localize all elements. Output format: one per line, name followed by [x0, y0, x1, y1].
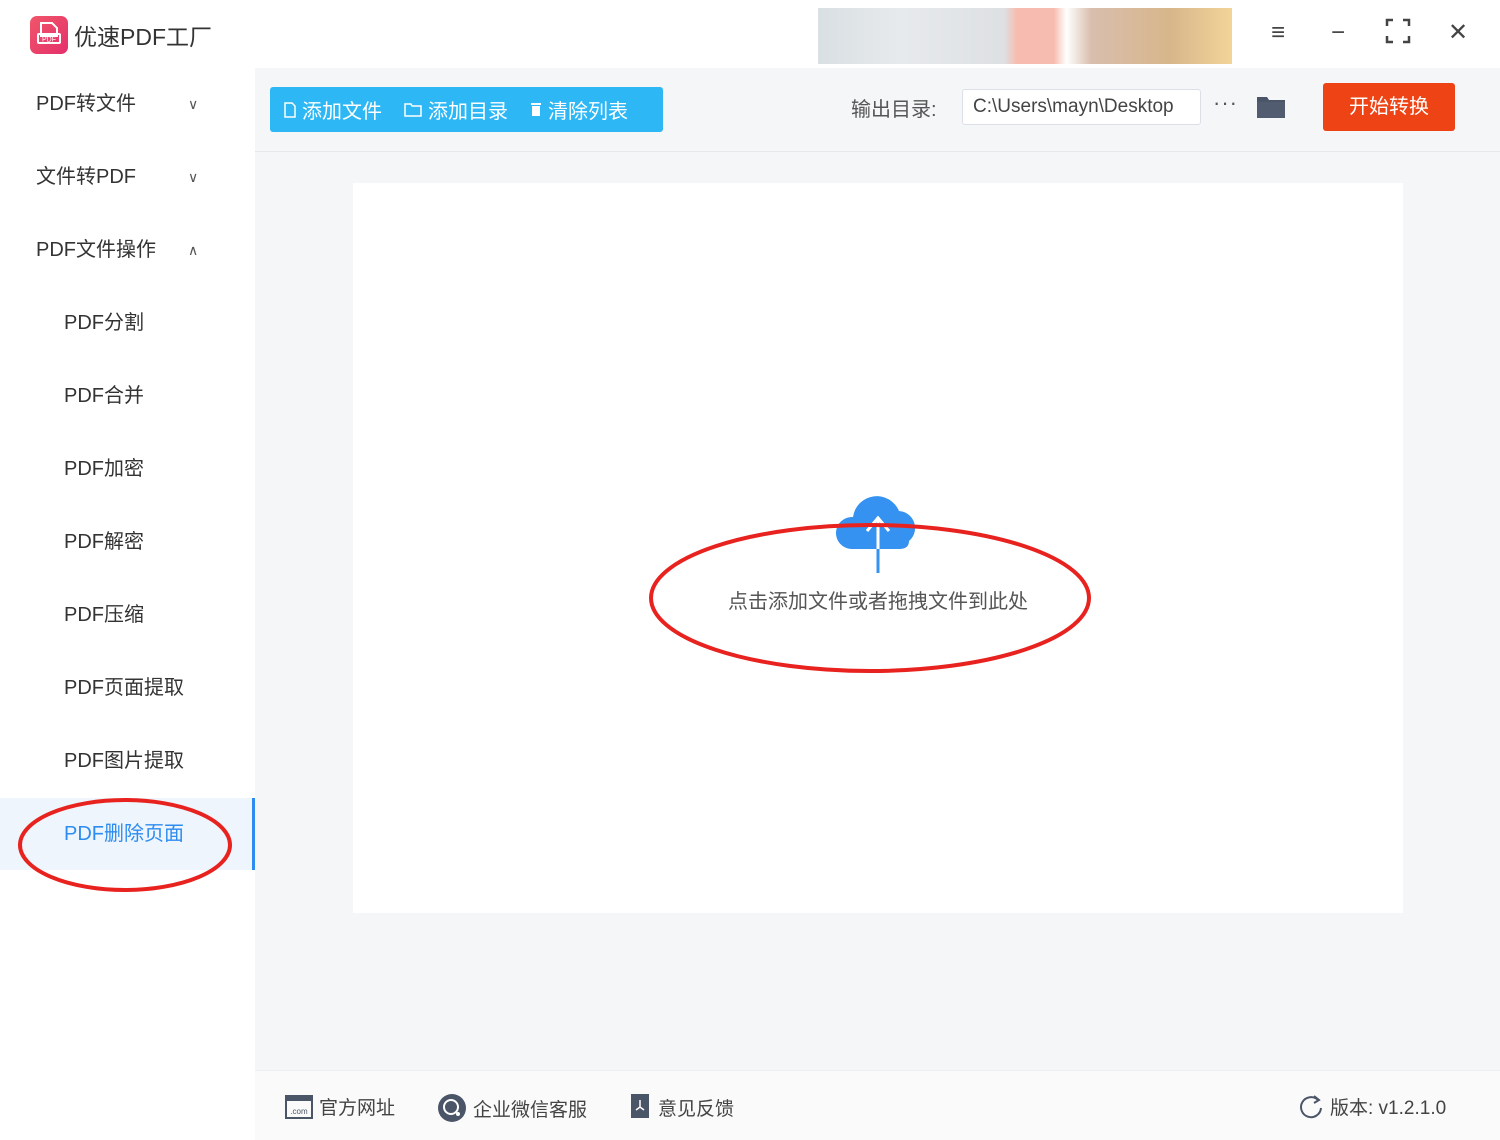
menu-icon[interactable]: ≡: [1263, 18, 1293, 48]
add-folder-label: 添加目录: [428, 95, 508, 124]
trash-icon: [530, 102, 542, 117]
sidebar-item-label: PDF页面提取: [64, 652, 184, 724]
svg-text:.com: .com: [290, 1107, 308, 1116]
refresh-icon: [1298, 1094, 1324, 1120]
sidebar-item-pdf-operations[interactable]: PDF文件操作 ∧: [0, 214, 255, 286]
sidebar-item-pdf-to-file[interactable]: PDF转文件 ∨: [0, 68, 255, 140]
toolbar: 添加文件 添加目录 清除列表 输出目录: C:\Users\mayn\Deskt…: [255, 68, 1500, 152]
feedback-link[interactable]: 意见反馈: [630, 1093, 734, 1121]
sidebar-item-label: PDF文件操作: [36, 214, 156, 286]
footer: .com 官方网址 企业微信客服 意见反馈 版本: v1.2.1.0: [255, 1070, 1500, 1140]
sidebar-item-pdf-page-extract[interactable]: PDF页面提取: [0, 652, 255, 724]
sidebar-item-label: PDF压缩: [64, 579, 144, 651]
file-drop-zone[interactable]: 点击添加文件或者拖拽文件到此处: [353, 183, 1403, 913]
version-info[interactable]: 版本: v1.2.1.0: [1298, 1093, 1446, 1120]
add-file-button[interactable]: 添加文件: [284, 95, 382, 124]
sidebar-item-label: PDF图片提取: [64, 725, 184, 797]
sidebar-item-label: PDF解密: [64, 506, 144, 578]
website-icon: .com: [285, 1094, 313, 1120]
clear-list-label: 清除列表: [548, 95, 628, 124]
file-icon: [284, 102, 296, 118]
website-link[interactable]: .com 官方网址: [285, 1093, 395, 1120]
wechat-label: 企业微信客服: [473, 1095, 587, 1122]
sidebar-item-pdf-decrypt[interactable]: PDF解密: [0, 506, 255, 578]
close-icon[interactable]: ✕: [1443, 18, 1473, 48]
sidebar-item-file-to-pdf[interactable]: 文件转PDF ∨: [0, 141, 255, 213]
sidebar-item-pdf-image-extract[interactable]: PDF图片提取: [0, 725, 255, 797]
pdf-logo-icon: PDF: [37, 22, 61, 48]
more-options-button[interactable]: ···: [1213, 90, 1238, 116]
file-button-group: 添加文件 添加目录 清除列表: [270, 87, 663, 132]
output-dir-input[interactable]: C:\Users\mayn\Desktop: [962, 89, 1201, 125]
sidebar-item-label: PDF删除页面: [64, 798, 184, 870]
app-logo: PDF: [30, 16, 68, 54]
output-dir-label: 输出目录:: [851, 93, 937, 122]
app-title: 优速PDF工厂: [74, 18, 212, 52]
sidebar-item-label: PDF转文件: [36, 68, 136, 140]
chevron-up-icon: ∧: [188, 214, 198, 286]
sidebar-item-pdf-split[interactable]: PDF分割: [0, 287, 255, 359]
sidebar-item-pdf-merge[interactable]: PDF合并: [0, 360, 255, 432]
main-panel: 添加文件 添加目录 清除列表 输出目录: C:\Users\mayn\Deskt…: [255, 68, 1500, 1070]
open-folder-icon[interactable]: [1256, 94, 1286, 124]
drop-zone-hint: 点击添加文件或者拖拽文件到此处: [353, 585, 1403, 614]
sidebar-item-pdf-compress[interactable]: PDF压缩: [0, 579, 255, 651]
feedback-label: 意见反馈: [658, 1094, 734, 1121]
svg-text:PDF: PDF: [42, 37, 56, 44]
blurred-user-area: [818, 8, 1232, 64]
sidebar: PDF转文件 ∨ 文件转PDF ∨ PDF文件操作 ∧ PDF分割 PDF合并 PDF…: [0, 68, 255, 1140]
add-file-label: 添加文件: [302, 95, 382, 124]
title-bar: PDF 优速PDF工厂 ≡ − ✕: [0, 0, 1500, 68]
version-label: 版本: v1.2.1.0: [1330, 1093, 1446, 1120]
wechat-icon: [437, 1093, 467, 1123]
start-convert-button[interactable]: 开始转换: [1323, 83, 1455, 131]
chevron-down-icon: ∨: [188, 68, 198, 140]
sidebar-item-label: PDF加密: [64, 433, 144, 505]
folder-outline-icon: [404, 102, 422, 117]
sidebar-item-label: PDF合并: [64, 360, 144, 432]
minimize-icon[interactable]: −: [1323, 18, 1353, 48]
sidebar-item-label: 文件转PDF: [36, 141, 136, 213]
sidebar-item-pdf-encrypt[interactable]: PDF加密: [0, 433, 255, 505]
website-label: 官方网址: [319, 1093, 395, 1120]
chevron-down-icon: ∨: [188, 141, 198, 213]
sidebar-item-pdf-delete-pages[interactable]: PDF删除页面: [0, 798, 255, 870]
sidebar-item-label: PDF分割: [64, 287, 144, 359]
clear-list-button[interactable]: 清除列表: [530, 95, 628, 124]
feedback-icon: [630, 1093, 652, 1121]
maximize-icon[interactable]: [1383, 18, 1413, 48]
add-folder-button[interactable]: 添加目录: [404, 95, 508, 124]
cloud-upload-icon: [833, 493, 923, 573]
wechat-service-link[interactable]: 企业微信客服: [437, 1093, 587, 1123]
